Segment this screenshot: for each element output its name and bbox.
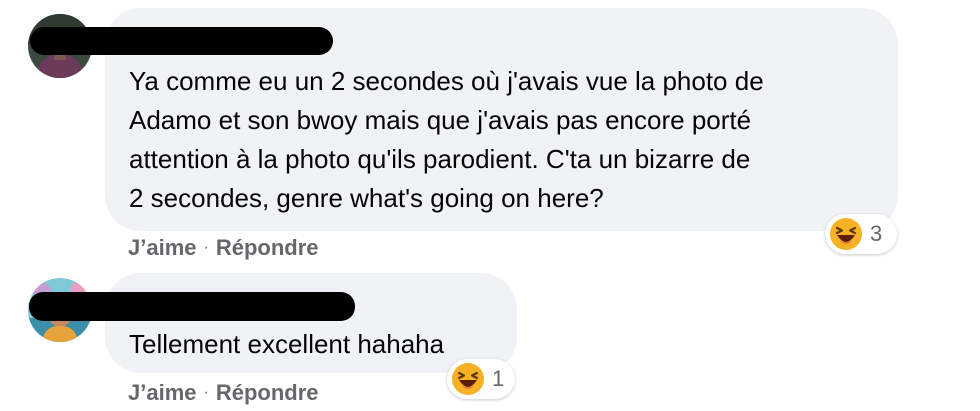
reply-button[interactable]: Répondre bbox=[216, 380, 319, 406]
like-button[interactable]: J’aime bbox=[128, 235, 197, 261]
laughing-emoji-icon bbox=[451, 362, 485, 396]
separator-dot: · bbox=[203, 239, 209, 256]
author-name-redacted[interactable] bbox=[30, 27, 333, 55]
reaction-count: 1 bbox=[492, 366, 505, 391]
comment-actions: J’aime · Répondre bbox=[128, 234, 319, 262]
comment-1: Ya comme eu un 2 secondes où j'avais vue… bbox=[0, 0, 980, 265]
comment-actions: J’aime · Répondre bbox=[128, 379, 319, 407]
reply-button[interactable]: Répondre bbox=[216, 235, 319, 261]
comment-text: Tellement excellent hahaha bbox=[129, 329, 445, 359]
reaction-count: 3 bbox=[870, 221, 883, 246]
reaction-summary[interactable]: 3 bbox=[825, 214, 897, 254]
reaction-summary[interactable]: 1 bbox=[447, 359, 515, 399]
comment-text: Ya comme eu un 2 secondes où j'avais vue… bbox=[129, 66, 764, 213]
comment-bubble: Ya comme eu un 2 secondes où j'avais vue… bbox=[30, 8, 898, 231]
comment-2: Tellement excellent hahaha 1 J’aime · Ré… bbox=[0, 265, 980, 411]
like-button[interactable]: J’aime bbox=[128, 380, 197, 406]
author-name-redacted[interactable] bbox=[29, 292, 355, 321]
comment-bubble: Tellement excellent hahaha bbox=[29, 273, 517, 373]
laughing-emoji-icon bbox=[829, 217, 863, 251]
separator-dot: · bbox=[203, 384, 209, 401]
